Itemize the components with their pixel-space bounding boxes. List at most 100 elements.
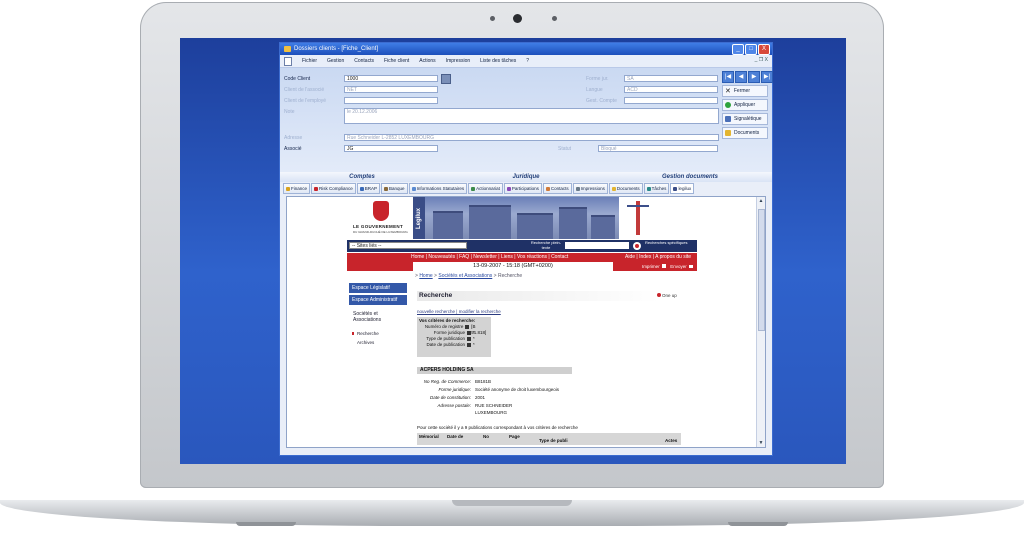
minimize-button[interactable]: _ [732,44,744,55]
tab-participations[interactable]: Participations [503,183,542,194]
statut-label: Statut [558,146,572,152]
code-client-field[interactable]: 1000 [344,75,438,82]
field3-label: Client de l'employé [284,98,327,104]
close-button[interactable]: X [758,44,770,55]
tab-taches[interactable]: Tâches [643,183,670,194]
scroll-down-icon[interactable]: ▼ [757,440,765,446]
close-icon: ✕ [725,88,731,95]
search-input[interactable] [565,242,629,249]
tab-legilux[interactable]: legilux [670,183,695,194]
menu-gestion[interactable]: Gestion [327,58,344,64]
breadcrumb-societes[interactable]: Sociétés et Associations [438,273,492,279]
operator-icon[interactable] [467,343,471,347]
menu-actions[interactable]: Actions [419,58,435,64]
col-no[interactable]: No [483,434,489,439]
next-record-button[interactable]: ▶ [748,71,760,83]
breadcrumb-home[interactable]: Home [419,273,432,279]
menu-liste-taches[interactable]: Liste des tâches [480,58,516,64]
scroll-up-icon[interactable]: ▲ [757,198,765,204]
col-page[interactable]: Page [509,434,520,439]
nav-recherche[interactable]: Recherche [352,331,379,336]
first-record-button[interactable]: |◀ [722,71,734,83]
folder-icon [284,46,291,52]
last-record-button[interactable]: ▶| [761,71,773,83]
note-field[interactable]: le 20.12.2006 [344,108,719,124]
associe-select[interactable]: JG [344,145,438,152]
globe-icon [673,186,678,191]
tab-informations-statutaires[interactable]: Informations Statutaires [408,183,468,194]
statut-field[interactable]: Bloqué [598,145,718,152]
tab-impressions[interactable]: Impressions [572,183,608,194]
maximize-button[interactable]: □ [745,44,757,55]
col-memorial[interactable]: Mémorial [419,434,439,439]
laptop-foot [728,522,788,526]
appliquer-button[interactable]: Appliquer [722,99,768,111]
fermer-button[interactable]: ✕ Fermer [722,85,768,97]
seal-logo-icon [621,199,655,237]
field3-input[interactable] [344,97,438,104]
address-field[interactable]: Rue Schneider L-2852 LUXEMBOURG [344,134,719,141]
right-field-2[interactable]: ACD [624,86,718,93]
operator-icon[interactable] [467,331,471,335]
menu-fiche-client[interactable]: Fiche client [384,58,409,64]
tab-risk-compliance[interactable]: Risk Compliance [311,183,356,194]
right-field-3[interactable] [624,97,718,104]
mdi-controls[interactable]: _ ❐ X [755,57,768,63]
specific-search-link[interactable]: Recherches spécifiques [645,240,689,246]
prev-record-button[interactable]: ◀ [735,71,747,83]
site-nav-links[interactable]: Home | Nouveautés | FAQ | Newsletter | L… [411,253,568,262]
embedded-browser: LE GOUVERNEMENT DU GRAND-DUCHÉ DE LUXEMB… [286,196,766,448]
col-type[interactable]: Type de publi [539,438,568,443]
section-juridique[interactable]: Juridique [444,172,608,182]
tab-documents[interactable]: Documents [608,183,643,194]
vertical-scrollbar[interactable]: ▲ ▼ [756,197,765,447]
menu-fichier[interactable]: Fichier [302,58,317,64]
criteria-value: * [473,342,475,347]
tab-banque[interactable]: Banque [381,183,408,194]
operator-icon[interactable] [467,337,471,341]
participations-icon [506,186,511,191]
right-field-1[interactable]: SA [624,75,718,82]
buildings-photo [425,197,619,239]
tab-label: Finance [291,186,308,191]
tab-actionnariat[interactable]: Actionnariat [468,183,503,194]
search-label: Recherche plein-texte [530,240,562,250]
current-marker-icon [352,332,354,335]
one-up-link[interactable]: One up [657,293,677,298]
title-bar[interactable]: Dossiers clients - [Fiche_Client] _ □ X [280,43,772,55]
field2-input[interactable]: NET [344,86,438,93]
detail-value: LUXEMBOURG [475,410,508,415]
col-date[interactable]: Date de [447,434,463,439]
tab-brap[interactable]: BRAP [356,183,381,194]
documents-button[interactable]: Documents [722,127,768,139]
section-comptes[interactable]: Comptes [280,172,444,182]
col-actes[interactable]: Actes [665,438,677,443]
left-nav: Espace Législatif Espace Administratif S… [347,283,409,443]
help-links[interactable]: Aide | Index | A propos du site [625,253,691,262]
nav-archives[interactable]: Archives [357,340,374,345]
operator-icon[interactable] [465,325,470,329]
window-title: Dossiers clients - [Fiche_Client] [294,46,379,52]
lookup-icon[interactable] [441,74,451,84]
section-header: Comptes Juridique Gestion documents [280,172,772,182]
menu-contacts[interactable]: Contacts [354,58,374,64]
imprimer-link[interactable]: Imprimer [642,264,660,269]
menu-help[interactable]: ? [526,58,529,64]
tab-finance[interactable]: Finance [283,183,311,194]
search-links[interactable]: nouvelle recherche | modifier la recherc… [417,309,501,314]
espace-legislatif-button[interactable]: Espace Législatif [349,283,407,293]
menu-impression[interactable]: Impression [446,58,470,64]
espace-administratif-button[interactable]: Espace Administratif [349,295,407,305]
signaletique-button[interactable]: Signalétique [722,113,768,125]
right-label-1: Forme jur. [586,76,609,82]
envoyer-link[interactable]: Envoyer [670,264,687,269]
tab-label: Actionnariat [476,186,500,191]
scroll-thumb[interactable] [758,209,765,331]
nav-societes[interactable]: Sociétés et Associations [353,311,405,323]
shareholders-icon [471,186,476,191]
sites-lies-select[interactable]: -- Sites liés -- [349,242,467,249]
section-gestion-documents[interactable]: Gestion documents [608,172,772,182]
criteria-box: Vos critères de recherche: Numéro de reg… [417,317,491,357]
tab-contacts[interactable]: Contacts [542,183,572,194]
search-go-button[interactable] [633,242,641,250]
